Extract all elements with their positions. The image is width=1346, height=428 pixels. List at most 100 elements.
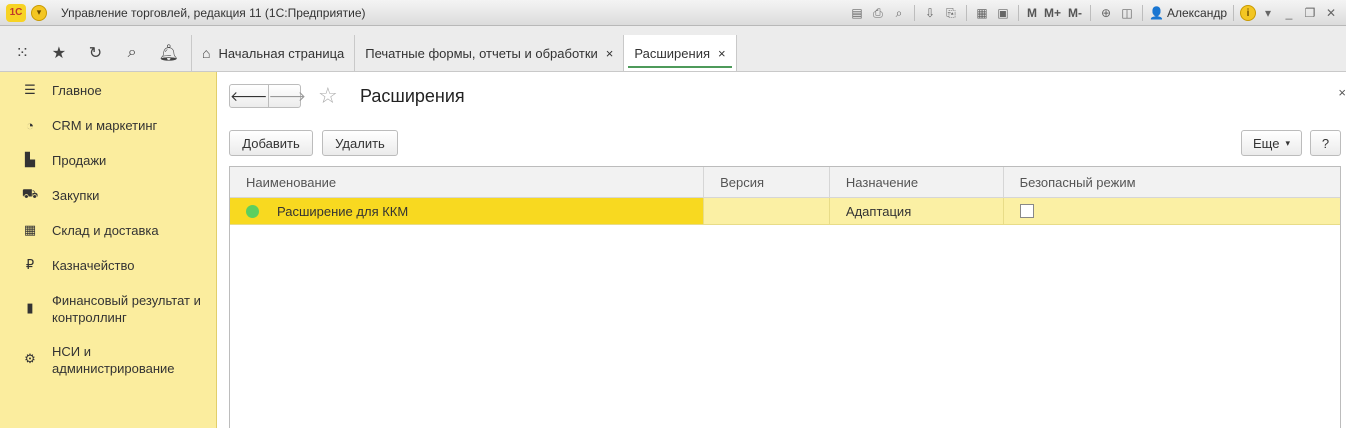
separator xyxy=(1017,5,1019,21)
home-icon: ⌂ xyxy=(202,45,211,61)
gear-icon: ⚙ xyxy=(24,351,36,366)
menu-icon: ☰ xyxy=(24,82,36,97)
calendar-icon[interactable]: ▣ xyxy=(994,4,1012,22)
bell-icon[interactable]: 🔔︎ xyxy=(156,40,182,66)
cell-purpose[interactable]: Адаптация xyxy=(830,198,1004,224)
calculator-icon[interactable]: ▦ xyxy=(973,4,991,22)
history-icon[interactable]: ↻ xyxy=(82,40,108,66)
sidebar-item-treasury[interactable]: ₽ Казначейство xyxy=(0,257,217,274)
chevron-down-icon[interactable]: ▾ xyxy=(1259,4,1277,22)
separator xyxy=(1233,5,1234,21)
sidebar-item-purchases[interactable]: ⛟ Закупки xyxy=(0,186,217,204)
app-logo: 1С xyxy=(6,3,26,22)
download-icon[interactable]: ⇩ xyxy=(921,4,939,22)
separator xyxy=(1090,5,1091,21)
tab-home[interactable]: ⌂ Начальная страница xyxy=(192,35,356,71)
help-button[interactable]: ? xyxy=(1310,130,1341,156)
extension-name: Расширение для ККМ xyxy=(277,203,409,219)
cell-name[interactable]: Расширение для ККМ xyxy=(230,198,705,224)
print-icon[interactable]: ⎙ xyxy=(869,4,887,22)
history-nav: 🡐 🡒 xyxy=(229,84,306,108)
title-gap xyxy=(0,26,1346,35)
column-header-purpose[interactable]: Назначение xyxy=(830,167,1004,197)
forward-arrow-icon[interactable]: 🡒 xyxy=(267,85,306,107)
sidebar-item-finance[interactable]: ▮ Финансовый результат и контроллинг xyxy=(0,292,217,326)
sidebar-item-label: Закупки xyxy=(52,188,100,203)
restore-icon[interactable]: ❐ xyxy=(1301,4,1319,22)
user-icon: 👤 xyxy=(1149,6,1164,20)
cart-icon: ⛟ xyxy=(21,186,39,201)
status-dot-icon xyxy=(246,204,259,218)
title-bar: 1С ▾ Управление торговлей, редакция 11 (… xyxy=(0,0,1346,26)
separator xyxy=(913,5,915,21)
sidebar-item-label: CRM и маркетинг xyxy=(52,118,158,133)
zoom-icon[interactable]: ⊕ xyxy=(1097,4,1115,22)
more-button[interactable]: Еще ▾ xyxy=(1241,130,1302,156)
safe-mode-checkbox[interactable] xyxy=(1019,204,1034,218)
tab-extensions[interactable]: Расширения × xyxy=(624,35,737,71)
nav-bar: ⁙ ★ ↻ ⌕ 🔔︎ ⌂ Начальная страница Печатные… xyxy=(0,35,1346,72)
favorite-star-icon[interactable]: ☆ xyxy=(318,84,338,108)
sidebar-item-sales[interactable]: ▙ Продажи xyxy=(0,152,217,169)
main-menu-icon[interactable]: ▾ xyxy=(31,4,47,21)
tab-print-forms[interactable]: Печатные формы, отчеты и обработки × xyxy=(355,35,625,71)
bag-icon: ▙ xyxy=(25,152,35,167)
user-name: Александр xyxy=(1166,6,1227,20)
memory-minus-button[interactable]: M- xyxy=(1066,4,1084,22)
bar-chart-icon: ▮ xyxy=(26,300,34,315)
minimize-icon[interactable]: _ xyxy=(1280,4,1298,22)
extensions-table: Наименование Версия Назначение Безопасны… xyxy=(229,166,1341,428)
table-header: Наименование Версия Назначение Безопасны… xyxy=(230,167,1340,198)
close-window-icon[interactable]: ✕ xyxy=(1322,4,1340,22)
user-menu[interactable]: 👤 Александр xyxy=(1149,6,1227,20)
add-button[interactable]: Добавить xyxy=(229,130,313,156)
back-arrow-icon[interactable]: 🡐 xyxy=(230,85,268,107)
main-content: 🡐 🡒 ☆ Расширения × Добавить Удалить Еще … xyxy=(217,72,1346,428)
table-row[interactable]: Расширение для ККМ Адаптация xyxy=(230,198,1340,225)
memory-button[interactable]: M xyxy=(1025,4,1039,22)
favorites-star-icon[interactable]: ★ xyxy=(46,40,72,66)
column-header-version[interactable]: Версия xyxy=(704,167,830,197)
panels-icon[interactable]: ◫ xyxy=(1118,4,1136,22)
ruble-icon: ₽ xyxy=(25,257,35,272)
pie-chart-icon: ◔ xyxy=(26,117,34,133)
sidebar-item-label: Склад и доставка xyxy=(52,223,159,238)
cell-version[interactable] xyxy=(704,198,830,224)
apps-grid-icon[interactable]: ⁙ xyxy=(9,40,35,66)
sidebar-item-label: НСИ и администрирование xyxy=(52,344,175,376)
save-icon[interactable]: ▤ xyxy=(848,4,866,22)
close-icon[interactable]: × xyxy=(606,46,614,61)
sidebar-item-admin[interactable]: ⚙ НСИ и администрирование xyxy=(0,343,217,377)
sidebar-item-warehouse[interactable]: ▦ Склад и доставка xyxy=(0,222,217,239)
info-icon[interactable]: i xyxy=(1240,5,1256,21)
nav-icons: ⁙ ★ ↻ ⌕ 🔔︎ xyxy=(0,35,192,71)
separator xyxy=(1142,5,1143,21)
sidebar-item-label: Продажи xyxy=(52,153,107,168)
sidebar-item-label: Финансовый результат и контроллинг xyxy=(52,293,201,325)
separator xyxy=(965,5,967,21)
column-header-safe-mode[interactable]: Безопасный режим xyxy=(1004,167,1340,197)
tab-label: Начальная страница xyxy=(218,45,345,61)
column-header-name[interactable]: Наименование xyxy=(230,167,705,197)
close-form-icon[interactable]: × xyxy=(1338,85,1346,100)
tab-label: Расширения xyxy=(634,45,710,61)
sidebar: ☰ Главное ◔ CRM и маркетинг ▙ Продажи ⛟ … xyxy=(0,72,217,428)
chevron-down-icon: ▾ xyxy=(1285,137,1290,148)
tab-label: Печатные формы, отчеты и обработки xyxy=(365,45,598,61)
memory-plus-button[interactable]: M+ xyxy=(1042,4,1063,22)
preview-icon[interactable]: ⌕ xyxy=(890,4,908,22)
sidebar-item-main[interactable]: ☰ Главное xyxy=(0,82,217,99)
more-label: Еще xyxy=(1253,135,1280,151)
sidebar-item-label: Главное xyxy=(52,83,102,98)
window-title: Управление торговлей, редакция 11 (1С:Пр… xyxy=(61,5,366,20)
title-toolbar: ▤ ⎙ ⌕ ⇩ ⎘ ▦ ▣ M M+ M- ⊕ ◫ 👤 Александр i … xyxy=(848,0,1346,26)
page-title: Расширения xyxy=(360,86,465,106)
attach-icon[interactable]: ⎘ xyxy=(942,4,960,22)
sidebar-item-crm[interactable]: ◔ CRM и маркетинг xyxy=(0,117,217,134)
cell-safe-mode[interactable] xyxy=(1004,198,1340,224)
delete-button[interactable]: Удалить xyxy=(322,130,398,156)
grid-icon: ▦ xyxy=(23,222,37,237)
search-icon[interactable]: ⌕ xyxy=(119,40,145,66)
close-icon[interactable]: × xyxy=(718,46,726,61)
sidebar-item-label: Казначейство xyxy=(52,258,135,273)
